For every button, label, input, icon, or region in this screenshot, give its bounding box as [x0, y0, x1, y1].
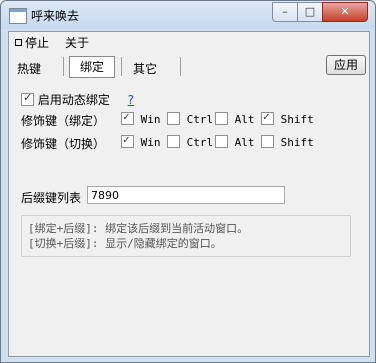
- mod-bind-ctrl[interactable]: Ctrl: [167, 112, 213, 126]
- checkbox[interactable]: [167, 112, 180, 125]
- checkbox[interactable]: [215, 112, 228, 125]
- window-app-icon: [9, 8, 27, 24]
- mod-switch-alt[interactable]: Alt: [215, 135, 255, 149]
- tab-bind[interactable]: 绑定: [69, 56, 115, 78]
- mod-switch-shift[interactable]: Shift: [261, 135, 314, 149]
- option-label: Alt: [234, 113, 255, 126]
- menu-stop[interactable]: 停止: [15, 34, 49, 51]
- checkbox[interactable]: [215, 135, 228, 148]
- mod-bind-alt[interactable]: Alt: [215, 112, 255, 126]
- maximize-button[interactable]: □: [297, 2, 323, 22]
- menu-stop-label: 停止: [25, 36, 50, 50]
- help-link[interactable]: ?: [128, 93, 134, 107]
- checkbox[interactable]: [261, 110, 274, 125]
- menu-bar: 停止 关于: [9, 32, 369, 51]
- enable-dynamic-row: 启用动态绑定 ?: [21, 91, 134, 108]
- suffix-label: 后缀键列表: [21, 191, 82, 205]
- mod-switch-label: 修饰键（切换）: [21, 137, 106, 151]
- option-label: Shift: [280, 136, 314, 149]
- tab-row: 热键 绑定 其它 应用: [9, 54, 369, 80]
- app-window: 呼来唤去 – □ ✕ 停止 关于 热键 绑定 其它 应用 启用动态绑定 ? 修饰…: [0, 0, 376, 363]
- suffix-input[interactable]: 7890: [87, 186, 285, 204]
- mod-bind-win[interactable]: Win: [121, 110, 161, 126]
- window-title: 呼来唤去: [31, 9, 80, 23]
- tab-hotkey[interactable]: 热键: [17, 60, 41, 77]
- title-bar[interactable]: 呼来唤去 – □ ✕: [1, 1, 375, 29]
- mod-bind-label: 修饰键（绑定）: [21, 114, 106, 128]
- mod-switch-win[interactable]: Win: [121, 133, 161, 149]
- enable-dynamic-checkbox[interactable]: [21, 91, 34, 106]
- minimize-button[interactable]: –: [272, 2, 298, 22]
- option-label: Ctrl: [186, 113, 214, 126]
- bullet-icon: [15, 39, 22, 46]
- enable-dynamic-label: 启用动态绑定: [37, 93, 110, 107]
- mod-bind-shift[interactable]: Shift: [261, 110, 314, 126]
- option-label: Win: [140, 136, 161, 149]
- apply-button[interactable]: 应用: [326, 55, 366, 75]
- close-button[interactable]: ✕: [322, 2, 368, 22]
- checkbox[interactable]: [261, 135, 274, 148]
- info-line-bind: [绑定+后缀]: 绑定该后缀到当前活动窗口。: [28, 222, 249, 235]
- client-area: 停止 关于 热键 绑定 其它 应用 启用动态绑定 ? 修饰键（绑定） Win C…: [8, 31, 370, 357]
- tab-other[interactable]: 其它: [133, 60, 157, 77]
- option-label: Ctrl: [186, 136, 214, 149]
- option-label: Win: [140, 113, 161, 126]
- checkbox[interactable]: [121, 133, 134, 148]
- info-line-switch: [切换+后缀]: 显示/隐藏绑定的窗口。: [28, 237, 222, 250]
- checkbox[interactable]: [121, 110, 134, 125]
- checkbox[interactable]: [167, 135, 180, 148]
- option-label: Shift: [280, 113, 314, 126]
- mod-switch-ctrl[interactable]: Ctrl: [167, 135, 213, 149]
- tab-divider: [121, 57, 122, 76]
- option-label: Alt: [234, 136, 255, 149]
- info-box: [绑定+后缀]: 绑定该后缀到当前活动窗口。 [切换+后缀]: 显示/隐藏绑定的…: [21, 215, 351, 257]
- tab-divider: [180, 57, 181, 76]
- tab-divider: [63, 57, 64, 76]
- menu-about[interactable]: 关于: [65, 34, 89, 51]
